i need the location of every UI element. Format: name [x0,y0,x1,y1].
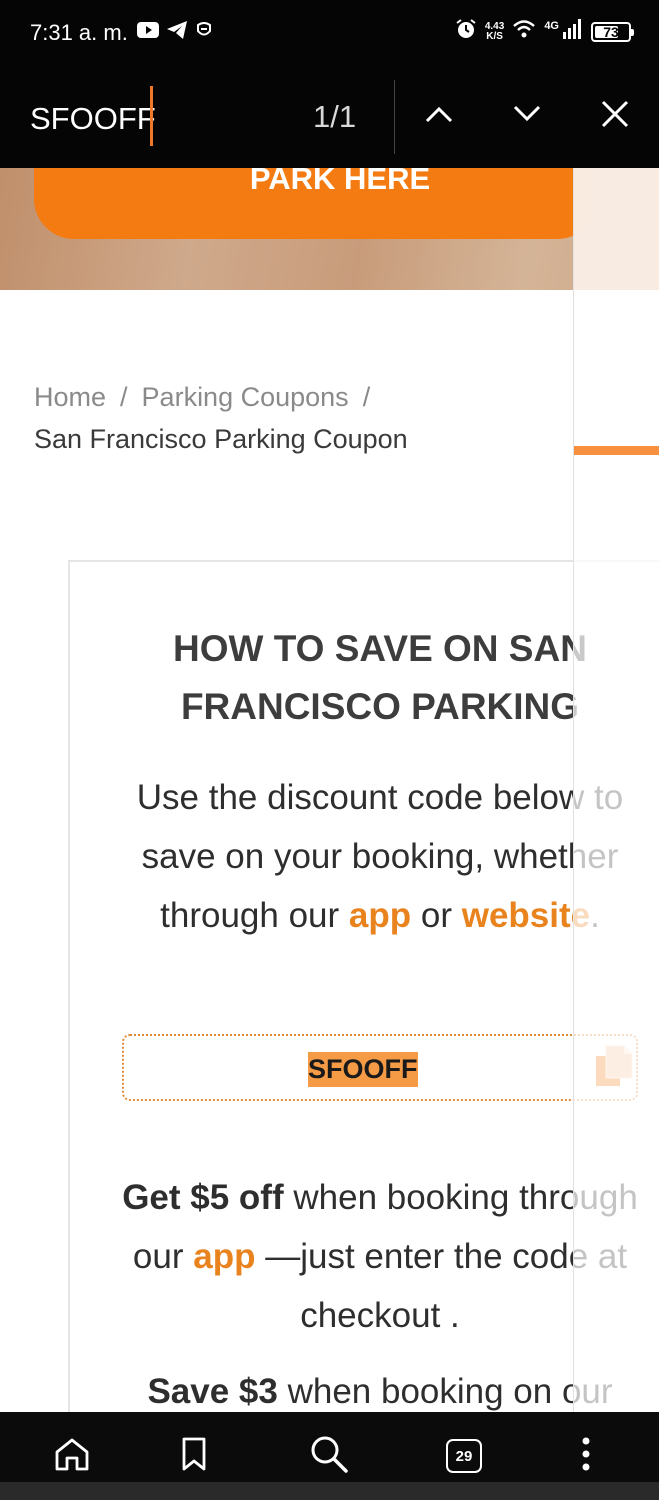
park-here-label: PARK HERE [249,168,431,196]
offer-app-link[interactable]: app [193,1237,255,1276]
side-overlay-panel [573,168,659,1412]
find-close-button[interactable] [587,88,643,144]
status-time: 7:31 a. m. [30,20,128,45]
breadcrumb-parking-coupons-link[interactable]: Parking Coupons [142,382,349,412]
battery-icon: 73 [591,21,634,42]
system-nav-strip [0,1482,659,1500]
desc-text: or [420,896,452,935]
card-title-line1: HOW TO SAVE ON SAN [173,628,587,669]
hero-banner: PARK HERE [0,168,659,290]
tabs-button[interactable]: 29 [440,1432,488,1480]
find-divider [394,80,395,154]
telegram-icon [167,21,187,44]
wifi-icon [512,19,536,44]
more-vertical-icon [581,1437,591,1476]
text-caret [150,86,153,146]
status-icons-left [137,21,213,44]
offer1-bold: Get $5 off [122,1178,284,1217]
coupon-code-box: SFOOFF [122,1034,638,1101]
net-speed-value: 4.43 [484,20,505,32]
find-previous-button[interactable] [411,88,467,144]
coupon-card: HOW TO SAVE ON SAN FRANCISCO PARKING Use… [68,560,659,1412]
coupon-code: SFOOFF [308,1052,418,1087]
find-in-page-bar: 1/1 [0,66,659,168]
status-icons-right: 4.43 K/S 4G 73 [455,18,634,45]
breadcrumb: Home / Parking Coupons / San Francisco Park… [34,376,408,460]
net-speed-unit: K/S [486,30,503,42]
overlay-top [574,168,659,290]
search-icon [309,1434,349,1479]
bookmarks-button[interactable] [170,1432,218,1480]
notification-app-icon [195,21,213,44]
battery-level: 73 [603,23,619,40]
breadcrumb-home-link[interactable]: Home [34,382,106,412]
tab-count-icon: 29 [446,1439,482,1473]
breadcrumb-separator: / [120,382,128,412]
menu-button[interactable] [562,1432,610,1480]
app-offer-text: Get $5 off when booking through our app … [120,1168,640,1345]
website-link[interactable]: website [462,896,590,935]
card-title: HOW TO SAVE ON SAN FRANCISCO PARKING [70,620,659,736]
bookmark-icon [181,1437,207,1476]
chevron-down-icon [513,105,541,128]
card-title-line2: FRANCISCO PARKING [180,686,580,727]
find-input[interactable] [30,96,280,142]
breadcrumb-separator: / [362,382,371,412]
status-bar: 7:31 a. m. 4.43 K/S 4G 73 [0,0,659,66]
app-link[interactable]: app [349,896,411,935]
browser-bottom-bar: 29 [0,1412,659,1500]
youtube-icon [137,22,159,43]
close-icon [601,100,629,133]
find-match-count: 1/1 [313,99,357,134]
alarm-icon [455,18,477,45]
home-button[interactable] [48,1432,96,1480]
card-description: Use the discount code below to save on y… [110,768,650,945]
battery-tip [631,28,634,36]
park-here-button[interactable]: PARK HERE [34,168,594,239]
network-type: 4G [544,19,559,32]
web-page-content: PARK HERE Home / Parking Coupons / San Fran… [0,168,659,1412]
chevron-up-icon [425,105,453,128]
breadcrumb-current: San Francisco Parking Coupon [34,424,408,454]
home-icon [54,1437,90,1476]
find-next-button[interactable] [499,88,555,144]
overlay-accent-line [574,446,659,455]
search-button[interactable] [305,1432,353,1480]
offer2-text: when booking on our [287,1372,613,1411]
net-speed: 4.43 K/S [484,20,505,42]
offer2-bold: Save $3 [147,1372,278,1411]
signal-icon [563,19,583,44]
